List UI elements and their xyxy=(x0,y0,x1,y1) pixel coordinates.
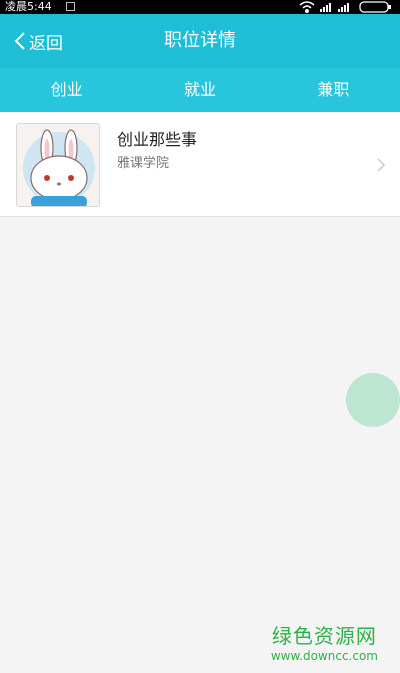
battery-icon xyxy=(359,1,391,13)
avatar xyxy=(16,123,100,207)
signal-icon xyxy=(320,3,331,12)
chevron-right-icon xyxy=(377,158,386,172)
watermark-url: www.downcc.com xyxy=(270,649,378,663)
status-bar: 凌晨5:44 xyxy=(0,0,400,14)
item-title: 创业那些事 xyxy=(117,130,198,149)
tab-part-time[interactable]: 兼职 xyxy=(267,68,400,112)
tab-bar: 创业 就业 兼职 xyxy=(0,68,400,112)
status-icons xyxy=(298,0,394,14)
watermark: 绿色资源网 www.downcc.com xyxy=(271,620,378,663)
status-time: 凌晨5:44 xyxy=(5,0,52,13)
watermark-logo: 绿色资源网 xyxy=(271,624,377,648)
signal-icon-2 xyxy=(338,3,349,12)
tab-employment[interactable]: 就业 xyxy=(133,68,266,112)
item-subtitle: 雅课学院 xyxy=(117,156,170,171)
page-title: 职位详情 xyxy=(164,30,236,51)
header: 返回 职位详情 xyxy=(0,14,400,68)
tab-startup[interactable]: 创业 xyxy=(0,68,133,112)
floating-action-button[interactable] xyxy=(346,373,400,427)
notification-icon xyxy=(66,2,75,11)
wifi-icon xyxy=(299,1,315,13)
rabbit-avatar-image xyxy=(17,124,99,206)
list-item[interactable]: 创业那些事 雅课学院 xyxy=(0,112,400,217)
